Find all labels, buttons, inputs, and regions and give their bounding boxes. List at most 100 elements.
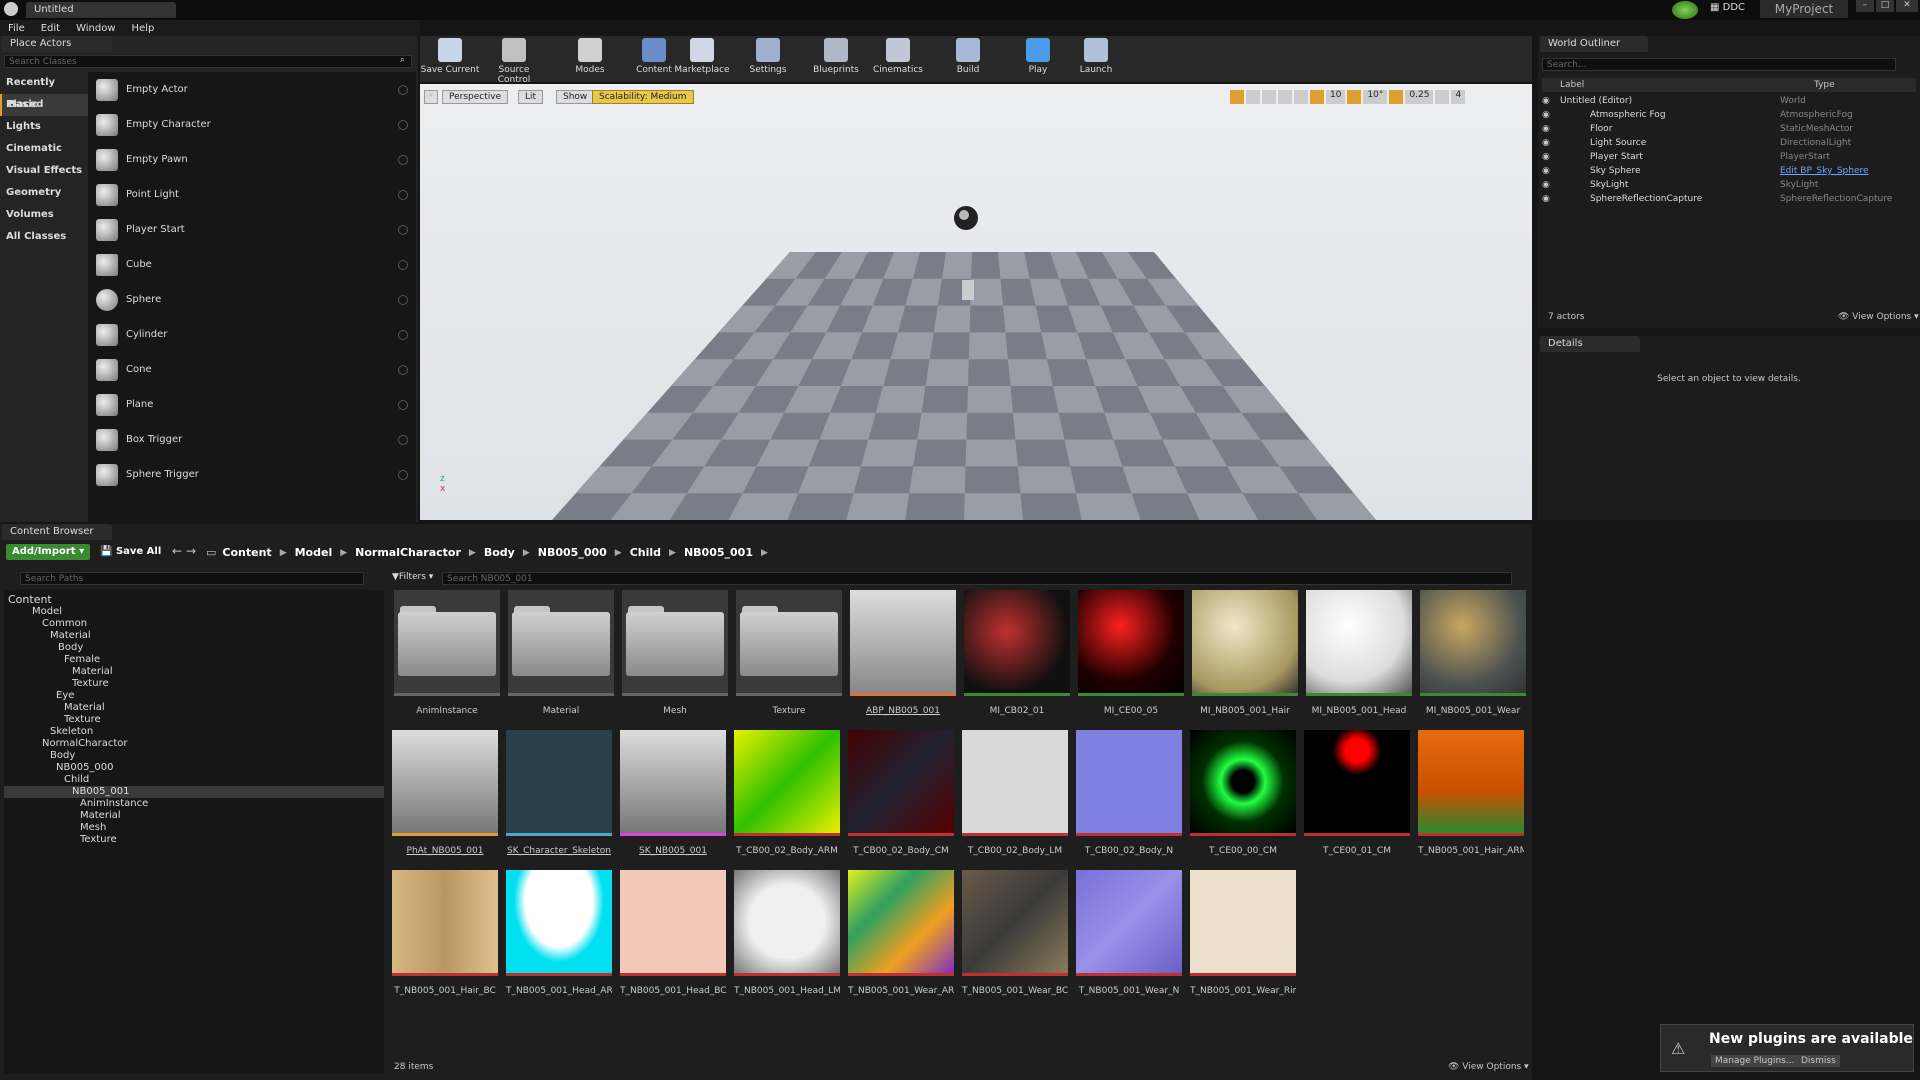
tree-item[interactable]: Common xyxy=(4,618,384,630)
breadcrumb-item[interactable]: Content xyxy=(222,546,271,559)
folder-tile[interactable]: Mesh xyxy=(622,590,728,716)
actor-item[interactable]: Sphere Trigger xyxy=(88,457,416,492)
asset-tile[interactable]: T_NB005_001_Head_ARM xyxy=(506,870,612,996)
asset-tile[interactable]: T_CE00_00_CM xyxy=(1190,730,1296,856)
breadcrumb-item[interactable]: NB005_001 xyxy=(684,546,753,559)
menu-window[interactable]: Window xyxy=(76,23,115,34)
perspective-button[interactable]: Perspective xyxy=(442,90,509,104)
eye-icon[interactable]: ◉ xyxy=(1542,136,1560,150)
asset-tile[interactable]: MI_CE00_05 xyxy=(1078,590,1184,716)
asset-tile[interactable]: MI_NB005_001_Wear xyxy=(1420,590,1526,716)
place-actors-tab[interactable]: Place Actors xyxy=(2,36,112,52)
tree-item[interactable]: Material xyxy=(4,702,384,714)
asset-tile[interactable]: T_NB005_001_Head_BC xyxy=(620,870,726,996)
tree-item[interactable]: Skeleton xyxy=(4,726,384,738)
category-cinematic[interactable]: Cinematic xyxy=(0,138,88,160)
grid-size-value[interactable]: 10 xyxy=(1326,90,1346,104)
lit-button[interactable]: Lit xyxy=(518,90,544,104)
settings-button[interactable]: Settings xyxy=(738,36,798,80)
column-label[interactable]: Label xyxy=(1560,78,1584,92)
eye-icon[interactable]: ◉ xyxy=(1542,178,1560,192)
outliner-row[interactable]: ◉ Light Source DirectionalLight xyxy=(1542,136,1916,150)
actor-item[interactable]: Player Start xyxy=(88,212,416,247)
menu-help[interactable]: Help xyxy=(132,23,155,34)
search-classes-input[interactable]: Search Classes xyxy=(4,55,412,68)
outliner-row[interactable]: ◉ Player Start PlayerStart xyxy=(1542,150,1916,164)
level-tab[interactable]: Untitled xyxy=(26,2,176,18)
asset-tile[interactable]: T_CB00_02_Body_ARM xyxy=(734,730,840,856)
build-button[interactable]: Build xyxy=(938,36,998,80)
category-recently-placed[interactable]: Recently Placed xyxy=(0,72,88,110)
camera-speed-icon[interactable] xyxy=(1435,90,1450,104)
category-lights[interactable]: Lights xyxy=(0,116,88,138)
tree-item[interactable]: NormalCharactor xyxy=(4,738,384,750)
world-local-icon[interactable] xyxy=(1278,90,1292,104)
content-view-options[interactable]: 👁 View Options ▾ xyxy=(1448,1062,1529,1072)
tree-item[interactable]: Material xyxy=(4,666,384,678)
scale-snap-value[interactable]: 0.25 xyxy=(1405,90,1434,104)
breadcrumb-item[interactable]: NB005_000 xyxy=(538,546,607,559)
tree-item[interactable]: Texture xyxy=(4,678,384,690)
world-outliner-tab[interactable]: World Outliner xyxy=(1540,36,1648,52)
camera-speed-value[interactable]: 4 xyxy=(1451,90,1466,104)
scalability-warning[interactable]: Scalability: Medium xyxy=(592,90,694,104)
category-basic[interactable]: Basic xyxy=(0,94,88,116)
surface-snap-icon[interactable] xyxy=(1294,90,1308,104)
search-assets-input[interactable]: Search NB005_001 xyxy=(442,572,1512,585)
actor-item[interactable]: Cone xyxy=(88,352,416,387)
asset-tile[interactable]: T_NB005_001_Wear_Rim_C xyxy=(1190,870,1296,996)
rotate-icon[interactable] xyxy=(1246,90,1260,104)
eye-icon[interactable]: ◉ xyxy=(1542,150,1560,164)
tree-item[interactable]: Material xyxy=(4,630,384,642)
asset-tile[interactable]: MI_NB005_001_Head xyxy=(1306,590,1412,716)
actor-item[interactable]: Empty Actor xyxy=(88,72,416,107)
eye-icon[interactable]: ◉ xyxy=(1542,108,1560,122)
tree-item-selected[interactable]: NB005_001 xyxy=(4,786,384,798)
tree-item[interactable]: Model xyxy=(4,606,384,618)
folder-tile[interactable]: Material xyxy=(508,590,614,716)
search-paths-input[interactable]: Search Paths xyxy=(20,572,364,585)
asset-tile[interactable]: MI_CB02_01 xyxy=(964,590,1070,716)
eye-icon[interactable]: ◉ xyxy=(1542,192,1560,206)
tree-item[interactable]: Eye xyxy=(4,690,384,702)
tree-item[interactable]: AnimInstance xyxy=(4,798,384,810)
modes-button[interactable]: Modes xyxy=(560,36,620,80)
category-visual-effects[interactable]: Visual Effects xyxy=(0,160,88,182)
rotation-snap-value[interactable]: 10° xyxy=(1363,90,1388,104)
source-control-button[interactable]: Source Control xyxy=(484,36,544,85)
scale-icon[interactable] xyxy=(1262,90,1276,104)
actor-item[interactable]: Point Light xyxy=(88,177,416,212)
folder-tile[interactable]: Texture xyxy=(736,590,842,716)
play-button[interactable]: Play xyxy=(1008,36,1068,80)
breadcrumb-item[interactable]: Model xyxy=(295,546,333,559)
asset-tile[interactable]: MI_NB005_001_Hair xyxy=(1192,590,1298,716)
asset-tile[interactable]: T_NB005_001_Head_LM xyxy=(734,870,840,996)
launch-button[interactable]: Launch xyxy=(1066,36,1126,80)
actor-item[interactable]: Plane xyxy=(88,387,416,422)
tree-item[interactable]: Mesh xyxy=(4,822,384,834)
back-arrow-icon[interactable]: ← xyxy=(172,544,182,558)
ddc-indicator[interactable]: ▦ DDC xyxy=(1710,2,1745,13)
asset-tile[interactable]: ABP_NB005_001 xyxy=(850,590,956,716)
level-viewport[interactable]: ▾ Perspective Lit Show Scalability: Medi… xyxy=(420,84,1532,520)
tree-item[interactable]: Body xyxy=(4,642,384,654)
close-button[interactable]: ✕ xyxy=(1896,0,1918,12)
eye-icon[interactable]: ◉ xyxy=(1542,122,1560,136)
asset-tile[interactable]: T_NB005_001_Hair_ARM xyxy=(1418,730,1524,856)
viewport-options-button[interactable]: ▾ xyxy=(424,90,438,104)
outliner-row[interactable]: ◉ Atmospheric Fog AtmosphericFog xyxy=(1542,108,1916,122)
outliner-view-options[interactable]: 👁 View Options ▾ xyxy=(1838,312,1919,322)
cinematics-button[interactable]: Cinematics xyxy=(868,36,928,80)
forward-arrow-icon[interactable]: → xyxy=(186,544,196,558)
details-tab[interactable]: Details xyxy=(1540,336,1640,352)
asset-tile[interactable]: T_NB005_001_Wear_N xyxy=(1076,870,1182,996)
eye-icon[interactable]: ◉ xyxy=(1542,94,1560,108)
tree-item[interactable]: Texture xyxy=(4,714,384,726)
outliner-row[interactable]: ◉ SphereReflectionCapture SphereReflection… xyxy=(1542,192,1916,206)
folder-tile[interactable]: AnimInstance xyxy=(394,590,500,716)
marketplace-button[interactable]: Marketplace xyxy=(672,36,732,80)
rotation-snap-icon[interactable] xyxy=(1347,90,1362,104)
outliner-search-input[interactable]: Search... xyxy=(1542,58,1896,71)
save-all-button[interactable]: 💾 Save All xyxy=(100,546,161,557)
tree-item[interactable]: NB005_000 xyxy=(4,762,384,774)
